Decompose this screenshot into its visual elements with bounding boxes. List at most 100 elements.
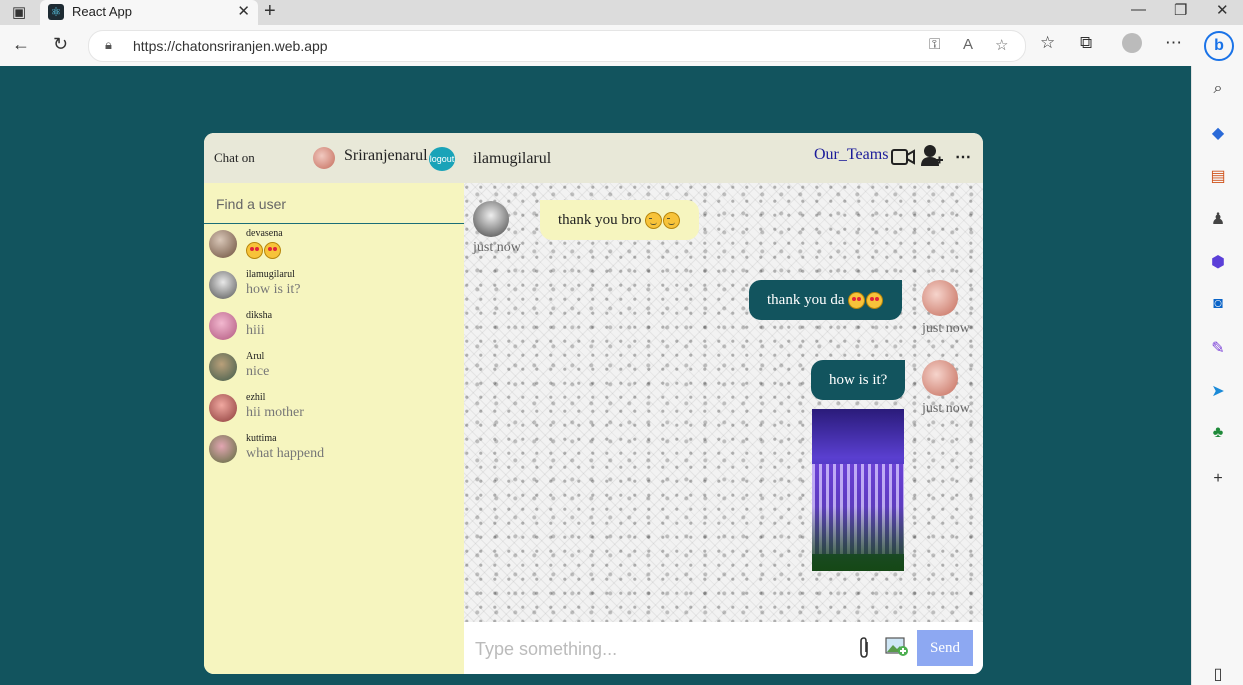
add-favorite-icon[interactable]: ☆ bbox=[995, 36, 1008, 54]
heart-eyes-emoji-icon bbox=[848, 292, 866, 310]
chat-list-item[interactable]: ezhil hii mother bbox=[204, 388, 464, 429]
sidebar-header: Chat on Sriranjenarul logout bbox=[204, 133, 464, 183]
current-user-avatar bbox=[313, 147, 335, 169]
chat-name: ilamugilarul bbox=[246, 269, 295, 280]
message-time: just now bbox=[922, 321, 970, 336]
heart-eyes-emoji-icon bbox=[264, 242, 281, 259]
more-options-icon[interactable]: ⋯ bbox=[955, 147, 971, 167]
office-icon[interactable]: ⬢ bbox=[1208, 252, 1228, 272]
user-search bbox=[204, 183, 464, 224]
chat-name: kuttima bbox=[246, 433, 277, 444]
tools-icon[interactable]: ▤ bbox=[1208, 166, 1228, 186]
current-user-name: Sriranjenarul bbox=[344, 147, 428, 164]
conversation-pane: ilamugilarul Our_Teams ⋯ just now thank … bbox=[464, 133, 983, 674]
wink-emoji-icon bbox=[645, 212, 663, 230]
new-tab-icon[interactable]: + bbox=[264, 0, 276, 23]
own-avatar bbox=[922, 360, 958, 396]
chat-list-item[interactable]: diksha hiii bbox=[204, 306, 464, 347]
chat-list-item[interactable]: Arul nice bbox=[204, 347, 464, 388]
chat-last-message: hiii bbox=[246, 323, 265, 338]
brand-logo: Chat on bbox=[214, 150, 255, 165]
own-avatar bbox=[922, 280, 958, 316]
tree-icon[interactable]: ♣ bbox=[1208, 424, 1228, 442]
minimize-icon[interactable]: — bbox=[1131, 1, 1146, 18]
avatar bbox=[209, 230, 237, 258]
profile-avatar[interactable] bbox=[1122, 33, 1142, 53]
restore-icon[interactable]: ❐ bbox=[1174, 1, 1187, 19]
avatar bbox=[209, 271, 237, 299]
lock-icon[interactable]: 🔒︎ bbox=[105, 37, 112, 53]
address-bar[interactable]: 🔒︎ https://chatonsriranjen.web.app ⚿ A ☆ bbox=[88, 30, 1026, 62]
search-input[interactable] bbox=[214, 193, 458, 215]
outgoing-message: thank you da bbox=[749, 280, 903, 320]
avatar bbox=[209, 394, 237, 422]
tab-actions-icon[interactable]: ▣ bbox=[12, 3, 26, 21]
avatar bbox=[209, 435, 237, 463]
browser-sidebar bbox=[1191, 66, 1243, 685]
send-button[interactable]: Send bbox=[917, 630, 973, 666]
chat-app: Chat on Sriranjenarul logout devasena il… bbox=[204, 133, 983, 674]
incoming-message: thank you bro bbox=[540, 200, 700, 240]
close-tab-icon[interactable]: ✕ bbox=[237, 2, 250, 20]
shopping-icon[interactable]: ◆ bbox=[1208, 123, 1228, 143]
chat-name: diksha bbox=[246, 310, 273, 321]
avatar bbox=[209, 312, 237, 340]
logout-button[interactable]: logout bbox=[429, 147, 455, 171]
shared-image-waterfall[interactable] bbox=[812, 409, 904, 571]
our-teams-link[interactable]: Our_Teams bbox=[814, 146, 888, 164]
video-call-icon[interactable] bbox=[891, 148, 915, 166]
outlook-icon[interactable]: ◙ bbox=[1208, 295, 1228, 313]
wink-emoji-icon bbox=[663, 212, 681, 230]
chat-list-item[interactable]: ilamugilarul how is it? bbox=[204, 265, 464, 306]
bing-icon[interactable]: b bbox=[1204, 31, 1234, 61]
more-menu-icon[interactable]: ⋯ bbox=[1165, 33, 1182, 53]
collections-icon[interactable]: ⧉ bbox=[1080, 33, 1092, 53]
close-window-icon[interactable]: ✕ bbox=[1216, 1, 1229, 19]
read-aloud-icon[interactable]: A bbox=[963, 36, 973, 53]
favorites-icon[interactable]: ☆ bbox=[1040, 33, 1055, 53]
browser-toolbar: ← ↻ 🔒︎ https://chatonsriranjen.web.app ⚿… bbox=[0, 25, 1243, 67]
key-icon[interactable]: ⚿ bbox=[929, 36, 940, 53]
refresh-icon[interactable]: ↻ bbox=[53, 34, 68, 55]
games-icon[interactable]: ♟ bbox=[1208, 209, 1228, 229]
chat-list-item[interactable]: kuttima what happend bbox=[204, 429, 464, 470]
message-composer: Send bbox=[464, 622, 983, 674]
message-text: thank you bro bbox=[558, 212, 642, 228]
avatar bbox=[209, 353, 237, 381]
message-input[interactable] bbox=[473, 636, 837, 662]
outgoing-message: how is it? bbox=[811, 360, 906, 400]
chat-last-message: how is it? bbox=[246, 282, 301, 297]
add-sidebar-app-icon[interactable]: + bbox=[1208, 470, 1228, 488]
chat-last-message: hii mother bbox=[246, 405, 304, 420]
browser-tab[interactable]: ⚛ React App ✕ bbox=[40, 0, 258, 25]
peer-name: ilamugilarul bbox=[473, 150, 552, 167]
heart-eyes-emoji-icon bbox=[866, 292, 884, 310]
peer-avatar bbox=[473, 201, 509, 237]
search-icon[interactable]: ⌕ bbox=[1208, 80, 1228, 98]
chat-list-item[interactable]: devasena bbox=[204, 224, 464, 265]
chat-last-message bbox=[246, 242, 282, 259]
chat-last-message: what happend bbox=[246, 446, 325, 461]
chat-sidebar: Chat on Sriranjenarul logout devasena il… bbox=[204, 133, 464, 674]
tab-title: React App bbox=[72, 4, 132, 19]
chat-name: Arul bbox=[246, 351, 265, 362]
chat-last-message: nice bbox=[246, 364, 270, 379]
add-image-icon[interactable] bbox=[885, 635, 909, 657]
chat-name: devasena bbox=[246, 228, 283, 239]
message-text: thank you da bbox=[767, 292, 845, 308]
conversation-header: ilamugilarul Our_Teams ⋯ bbox=[464, 133, 983, 183]
message-time: just now bbox=[473, 240, 521, 255]
heart-eyes-emoji-icon bbox=[246, 242, 263, 259]
back-icon[interactable]: ← bbox=[12, 34, 30, 55]
add-user-icon[interactable] bbox=[921, 144, 943, 168]
message-text: how is it? bbox=[829, 372, 888, 388]
chat-name: ezhil bbox=[246, 392, 266, 403]
message-time: just now bbox=[922, 401, 970, 416]
sidebar-toggle-icon[interactable]: ▯ bbox=[1208, 664, 1228, 684]
attach-file-icon[interactable] bbox=[857, 636, 871, 660]
designer-icon[interactable]: ✎ bbox=[1208, 338, 1228, 358]
browser-tab-strip: ▣ ⚛ React App ✕ + — ❐ ✕ bbox=[0, 0, 1243, 25]
message-list: just now thank you bro thank you da just… bbox=[464, 183, 983, 622]
url-text[interactable]: https://chatonsriranjen.web.app bbox=[133, 38, 328, 54]
send-icon[interactable]: ➤ bbox=[1208, 381, 1228, 401]
